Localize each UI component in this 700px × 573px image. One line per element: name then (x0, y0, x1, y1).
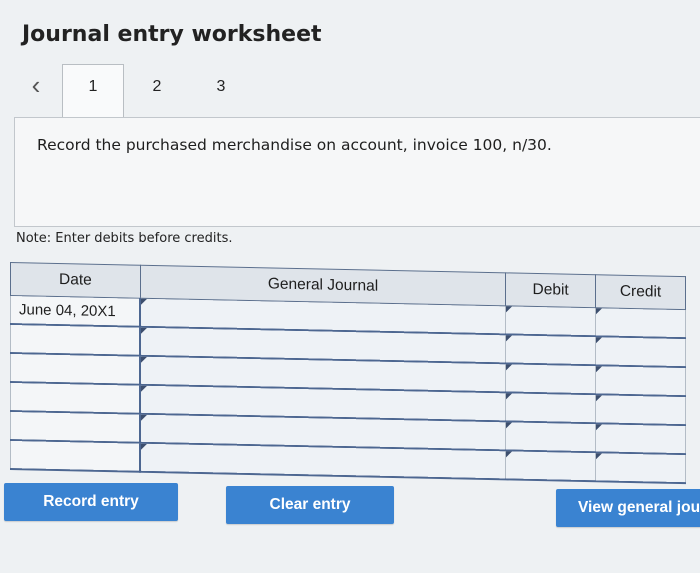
prompt-panel: Record the purchased merchandise on acco… (14, 117, 700, 227)
view-general-journal-button[interactable]: View general journal (556, 489, 700, 527)
date-cell[interactable]: June 04, 20X1 (10, 295, 141, 327)
credit-cell[interactable] (595, 394, 686, 426)
debit-cell[interactable] (505, 421, 596, 453)
date-cell[interactable] (10, 324, 141, 356)
column-header-credit: Credit (595, 274, 686, 310)
tab-2[interactable]: 2 (142, 78, 172, 96)
debit-cell[interactable] (505, 363, 596, 395)
credit-cell[interactable] (595, 365, 686, 397)
column-header-debit: Debit (505, 272, 596, 308)
date-cell[interactable] (10, 411, 141, 443)
credit-cell[interactable] (595, 423, 686, 455)
tab-3[interactable]: 3 (206, 78, 236, 96)
page-title: Journal entry worksheet (22, 22, 322, 47)
credit-cell[interactable] (595, 307, 686, 339)
clear-entry-button[interactable]: Clear entry (226, 486, 394, 524)
prompt-text: Record the purchased merchandise on acco… (37, 136, 552, 154)
credit-cell[interactable] (595, 336, 686, 368)
tab-1[interactable]: 1 (62, 64, 124, 118)
chevron-left-icon[interactable]: ‹ (24, 70, 48, 101)
debit-cell[interactable] (505, 305, 596, 337)
date-cell[interactable] (10, 440, 141, 472)
column-header-date: Date (10, 262, 141, 299)
tab-bar: ‹ 1 2 3 (18, 64, 698, 118)
debit-cell[interactable] (505, 392, 596, 424)
credit-cell[interactable] (595, 452, 686, 484)
record-entry-button[interactable]: Record entry (4, 483, 178, 521)
journal-table: Date General Journal Debit Credit June 0… (10, 262, 686, 485)
debit-cell[interactable] (505, 334, 596, 366)
date-cell[interactable] (10, 382, 141, 414)
debit-cell[interactable] (505, 450, 596, 482)
date-cell[interactable] (10, 353, 141, 385)
note-text: Note: Enter debits before credits. (16, 231, 233, 246)
